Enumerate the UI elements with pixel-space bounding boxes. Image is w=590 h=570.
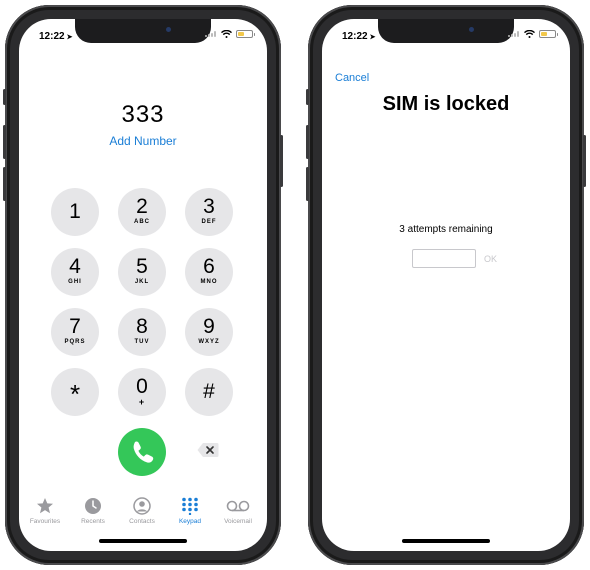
status-time: 12:22 ➤ — [39, 31, 72, 42]
sim-pin-input[interactable] — [412, 249, 476, 268]
camera-icon — [469, 27, 474, 32]
cancel-button[interactable]: Cancel — [335, 72, 369, 84]
delete-icon — [197, 443, 219, 457]
key-digit: 4 — [69, 255, 81, 278]
key-digit: 3 — [203, 195, 215, 218]
key-letters: DEF — [201, 219, 217, 225]
key-digit: 2 — [136, 195, 148, 218]
person-circle-icon — [133, 497, 151, 515]
key-digit: 7 — [69, 315, 81, 338]
key-letters: PQRS — [64, 339, 86, 345]
key-8[interactable]: 8 TUV — [118, 308, 166, 356]
tab-keypad[interactable]: Keypad — [168, 497, 212, 525]
phone-icon — [133, 441, 154, 463]
wifi-icon — [221, 30, 232, 38]
key-5[interactable]: 5 JKL — [118, 248, 166, 296]
key-4[interactable]: 4 GHI — [51, 248, 99, 296]
volume-up-button — [3, 125, 6, 159]
home-indicator[interactable] — [402, 539, 490, 543]
key-0[interactable]: 0 + — [118, 368, 166, 416]
key-6[interactable]: 6 MNO — [185, 248, 233, 296]
key-letters: TUV — [134, 339, 150, 345]
key-letters: + — [138, 397, 146, 407]
side-button — [280, 135, 283, 187]
key-letters: JKL — [134, 279, 150, 285]
key-1[interactable]: 1 — [51, 188, 99, 236]
notch — [378, 19, 514, 43]
tab-label: Keypad — [178, 518, 202, 525]
tab-recents[interactable]: Recents — [71, 497, 115, 525]
dialed-number: 333 — [121, 101, 165, 128]
call-button[interactable] — [118, 428, 166, 476]
volume-up-button — [306, 125, 309, 159]
tab-label: Voicemail — [224, 518, 252, 525]
status-time-text: 12:22 — [342, 31, 368, 42]
attempts-remaining-text: 3 attempts remaining — [399, 224, 493, 235]
key-letters: MNO — [200, 279, 218, 285]
tab-label: Recents — [81, 518, 105, 525]
star-icon — [37, 498, 53, 514]
key-digit: 8 — [136, 315, 148, 338]
key-9[interactable]: 9 WXYZ — [185, 308, 233, 356]
mute-switch — [306, 89, 309, 105]
key-star[interactable]: * — [51, 368, 99, 416]
camera-icon — [166, 27, 171, 32]
volume-down-button — [306, 167, 309, 201]
left-phone-frame: 12:22 ➤ 333 Add Number 1 2 ABC 3 DEF 4 GHI 5… — [3, 5, 283, 565]
dialer-screen: 12:22 ➤ 333 Add Number 1 2 ABC 3 DEF 4 GHI 5… — [19, 19, 267, 551]
home-indicator[interactable] — [99, 539, 187, 543]
battery-icon — [539, 30, 558, 38]
key-digit: 0 — [136, 375, 148, 398]
clock-icon — [85, 498, 101, 514]
sim-locked-screen: 12:22 ➤ Cancel SIM is locked 3 attempts r… — [322, 19, 570, 551]
key-2[interactable]: 2 ABC — [118, 188, 166, 236]
right-phone-frame: 12:22 ➤ Cancel SIM is locked 3 attempts r… — [306, 5, 586, 565]
status-time-text: 12:22 — [39, 31, 65, 42]
signal-icon — [205, 31, 217, 37]
voicemail-icon — [226, 500, 250, 512]
notch — [75, 19, 211, 43]
wifi-icon — [524, 30, 535, 38]
tab-label: Favourites — [29, 518, 61, 525]
key-digit: 5 — [136, 255, 148, 278]
tab-favourites[interactable]: Favourites — [23, 497, 67, 525]
tab-voicemail[interactable]: Voicemail — [216, 497, 260, 525]
key-3[interactable]: 3 DEF — [185, 188, 233, 236]
location-arrow-icon: ➤ — [66, 34, 73, 41]
key-digit: 6 — [203, 255, 215, 278]
key-hash[interactable]: # — [185, 368, 233, 416]
key-7[interactable]: 7 PQRS — [51, 308, 99, 356]
ok-button[interactable]: OK — [484, 254, 497, 264]
delete-button[interactable] — [197, 442, 219, 458]
mute-switch — [3, 89, 6, 105]
key-digit: # — [203, 380, 215, 403]
status-indicators — [508, 30, 558, 38]
status-time: 12:22 ➤ — [342, 31, 375, 42]
key-letters: GHI — [68, 279, 82, 285]
side-button — [583, 135, 586, 187]
battery-icon — [236, 30, 255, 38]
tab-bar: Favourites Recents Contacts Keypad Voice… — [19, 497, 267, 533]
key-digit: 1 — [69, 200, 81, 223]
tab-contacts[interactable]: Contacts — [120, 497, 164, 525]
key-digit: * — [69, 379, 81, 409]
key-letters: ABC — [134, 219, 150, 225]
keypad-icon — [182, 497, 198, 515]
signal-icon — [508, 31, 520, 37]
page-title: SIM is locked — [382, 93, 510, 115]
add-number-link[interactable]: Add Number — [19, 134, 267, 148]
key-digit: 9 — [203, 315, 215, 338]
status-indicators — [205, 30, 255, 38]
volume-down-button — [3, 167, 6, 201]
key-letters: WXYZ — [198, 339, 220, 345]
location-arrow-icon: ➤ — [369, 34, 376, 41]
tab-label: Contacts — [129, 518, 155, 525]
